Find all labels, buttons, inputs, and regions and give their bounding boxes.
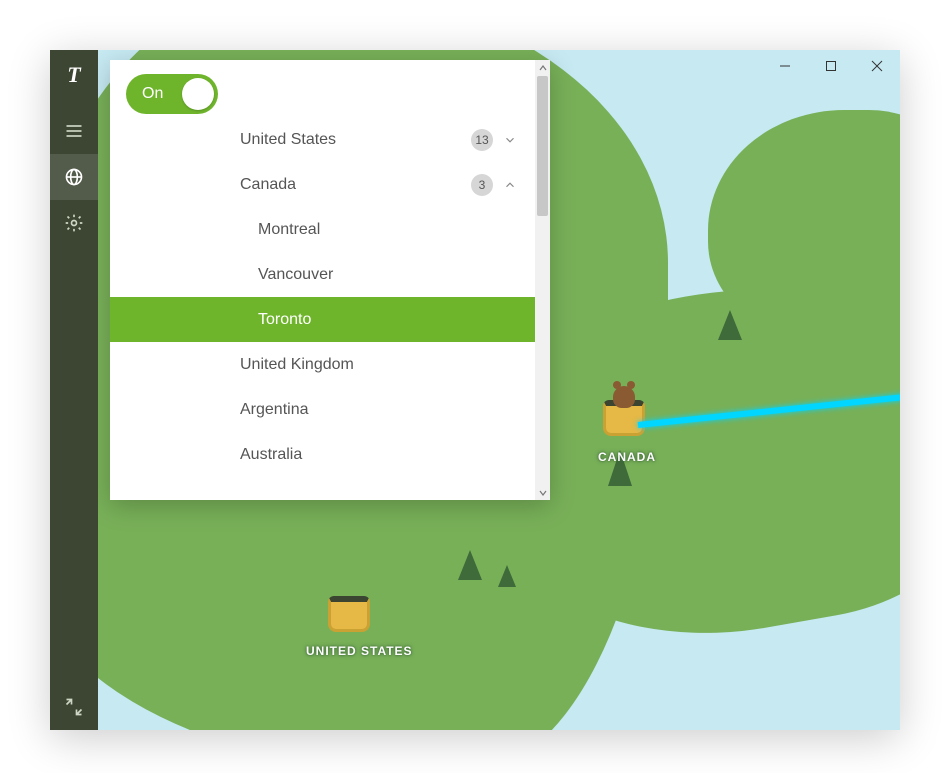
minimize-button[interactable] [762, 50, 808, 82]
location-list: Fastest United States 13 Canada 3 Montre… [110, 122, 535, 500]
vpn-toggle[interactable]: On [126, 74, 218, 114]
location-label: Vancouver [258, 266, 517, 284]
window-controls [762, 50, 900, 82]
menu-icon [64, 121, 84, 141]
server-count-badge: 3 [471, 174, 493, 196]
location-row-toronto[interactable]: Toronto [110, 297, 535, 342]
location-label: Toronto [258, 311, 517, 329]
sidebar-item-locations[interactable] [50, 154, 98, 200]
app-logo: T [67, 62, 80, 88]
tree-icon [498, 565, 516, 587]
tree-icon [718, 310, 742, 340]
sidebar-item-menu[interactable] [50, 108, 98, 154]
location-row-montreal[interactable]: Montreal [110, 207, 535, 252]
chevron-down-icon [503, 133, 517, 147]
location-label: Australia [240, 446, 517, 464]
location-row-us[interactable]: United States 13 [110, 122, 535, 162]
location-scrollbar[interactable] [535, 60, 550, 500]
chevron-up-icon [503, 178, 517, 192]
sidebar-item-collapse[interactable] [50, 684, 98, 730]
tunnel-marker-us[interactable] [328, 596, 370, 632]
map-label-canada: CANADA [598, 450, 656, 464]
location-panel: On Fastest United States 13 Canada 3 [110, 60, 550, 500]
close-button[interactable] [854, 50, 900, 82]
location-label: Canada [240, 176, 471, 194]
location-label: Montreal [258, 221, 517, 239]
maximize-icon [825, 60, 837, 72]
scrollbar-thumb[interactable] [537, 76, 548, 216]
location-row-australia[interactable]: Australia [110, 432, 535, 477]
bear-icon [613, 386, 635, 408]
scroll-up-icon[interactable] [535, 60, 550, 75]
maximize-button[interactable] [808, 50, 854, 82]
map-label-us: UNITED STATES [306, 644, 413, 658]
location-row-vancouver[interactable]: Vancouver [110, 252, 535, 297]
collapse-icon [64, 697, 84, 717]
tunnel-marker-canada[interactable] [603, 400, 645, 436]
tree-icon [458, 550, 482, 580]
location-label: United Kingdom [240, 356, 517, 374]
toggle-knob [182, 78, 214, 110]
sidebar: T [50, 50, 98, 730]
close-icon [871, 60, 883, 72]
scroll-down-icon[interactable] [535, 485, 550, 500]
toggle-row: On [110, 60, 535, 122]
minimize-icon [779, 60, 791, 72]
sidebar-item-settings[interactable] [50, 200, 98, 246]
globe-icon [64, 167, 84, 187]
server-count-badge: 13 [471, 129, 493, 151]
gear-icon [64, 213, 84, 233]
location-label: Argentina [240, 401, 517, 419]
location-label: United States [240, 131, 471, 149]
location-row-uk[interactable]: United Kingdom [110, 342, 535, 387]
app-window: T CANADA UNITED STATES [50, 50, 900, 730]
location-row-canada[interactable]: Canada 3 [110, 162, 535, 207]
vpn-toggle-label: On [142, 85, 163, 103]
location-row-argentina[interactable]: Argentina [110, 387, 535, 432]
